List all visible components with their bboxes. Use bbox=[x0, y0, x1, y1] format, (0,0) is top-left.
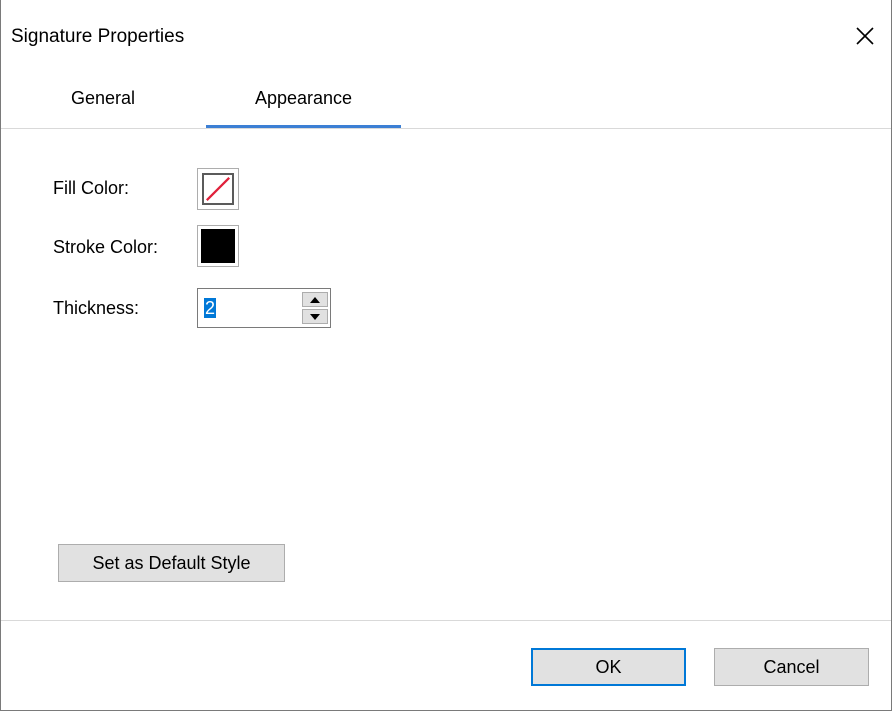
set-default-style-button[interactable]: Set as Default Style bbox=[58, 544, 285, 582]
fill-color-swatch bbox=[202, 173, 234, 205]
stroke-color-button[interactable] bbox=[197, 225, 239, 267]
close-icon bbox=[856, 27, 874, 45]
thickness-value: 2 bbox=[204, 298, 217, 318]
stroke-color-swatch bbox=[201, 229, 235, 263]
tab-appearance[interactable]: Appearance bbox=[206, 72, 401, 128]
tab-general[interactable]: General bbox=[23, 72, 183, 125]
thickness-label: Thickness: bbox=[53, 298, 140, 318]
ok-button[interactable]: OK bbox=[531, 648, 686, 686]
thickness-increment-button[interactable] bbox=[302, 292, 328, 307]
thickness-decrement-button[interactable] bbox=[302, 309, 328, 324]
signature-properties-dialog: Signature Properties General Appearance … bbox=[0, 0, 892, 711]
fill-color-label: Fill Color: bbox=[53, 178, 130, 198]
no-fill-icon bbox=[206, 177, 230, 201]
dialog-title: Signature Properties bbox=[11, 26, 185, 47]
stroke-color-label: Stroke Color: bbox=[53, 237, 159, 257]
arrow-up-icon bbox=[310, 296, 320, 303]
fill-color-button[interactable] bbox=[197, 168, 239, 210]
thickness-spinbox[interactable]: 2 bbox=[197, 288, 331, 328]
close-button[interactable] bbox=[847, 18, 883, 54]
thickness-input[interactable]: 2 bbox=[204, 296, 217, 320]
tab-bar: General Appearance bbox=[1, 72, 891, 129]
title-bar: Signature Properties bbox=[1, 0, 891, 72]
arrow-down-icon bbox=[310, 313, 320, 320]
cancel-button[interactable]: Cancel bbox=[714, 648, 869, 686]
thickness-spin-buttons bbox=[302, 291, 328, 325]
footer-divider bbox=[1, 620, 891, 621]
